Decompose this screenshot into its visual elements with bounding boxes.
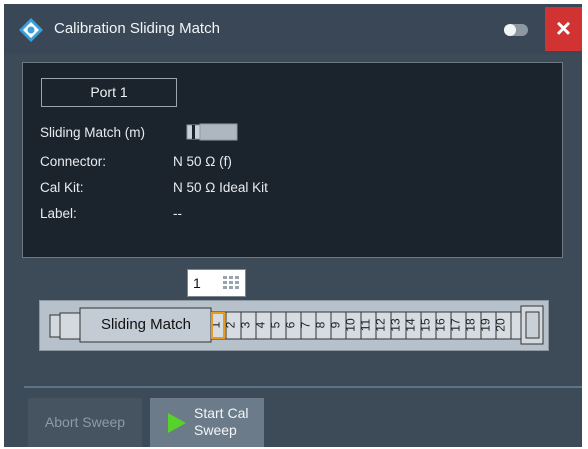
close-button[interactable]: ×	[545, 7, 582, 51]
selected-position-marker	[211, 312, 225, 339]
position-input[interactable]: 1	[187, 269, 246, 297]
start-label-line2: Sweep	[194, 422, 237, 438]
position-20[interactable]: 20	[494, 318, 514, 333]
keypad-icon[interactable]	[223, 276, 239, 290]
label-label: Label:	[40, 206, 77, 221]
start-cal-sweep-label: Start Cal Sweep	[194, 405, 264, 439]
app-logo-icon	[19, 18, 43, 42]
cal-kit-value: N 50 Ω Ideal Kit	[173, 180, 268, 195]
start-cal-sweep-button[interactable]: Start Cal Sweep	[150, 398, 264, 447]
play-icon	[168, 413, 186, 433]
title-bar: Calibration Sliding Match ×	[4, 4, 582, 54]
sliding-match-name: Sliding Match	[100, 316, 192, 333]
sliding-match-label: Sliding Match (m)	[40, 125, 146, 140]
toggle-knob	[504, 24, 516, 36]
display-toggle[interactable]	[504, 24, 528, 36]
label-value: --	[173, 206, 182, 221]
cal-kit-label: Cal Kit:	[40, 180, 84, 195]
divider	[24, 386, 582, 388]
calibration-dialog: Calibration Sliding Match × Port 1 Slidi…	[4, 4, 582, 447]
window-title: Calibration Sliding Match	[54, 20, 220, 37]
port-selector[interactable]: Port 1	[41, 78, 177, 107]
connector-value: N 50 Ω (f)	[173, 154, 232, 169]
sliding-match-icon	[186, 123, 238, 141]
connector-label: Connector:	[40, 154, 107, 169]
sliding-match-diagram: Sliding Match 1 2 3 4 5 6 7 8 9 10 11 12…	[39, 300, 549, 351]
standard-info-panel: Port 1 Sliding Match (m) Connector: N 50…	[22, 62, 563, 258]
abort-sweep-button[interactable]: Abort Sweep	[28, 398, 142, 447]
start-label-line1: Start Cal	[194, 405, 249, 421]
position-input-value: 1	[193, 275, 201, 291]
